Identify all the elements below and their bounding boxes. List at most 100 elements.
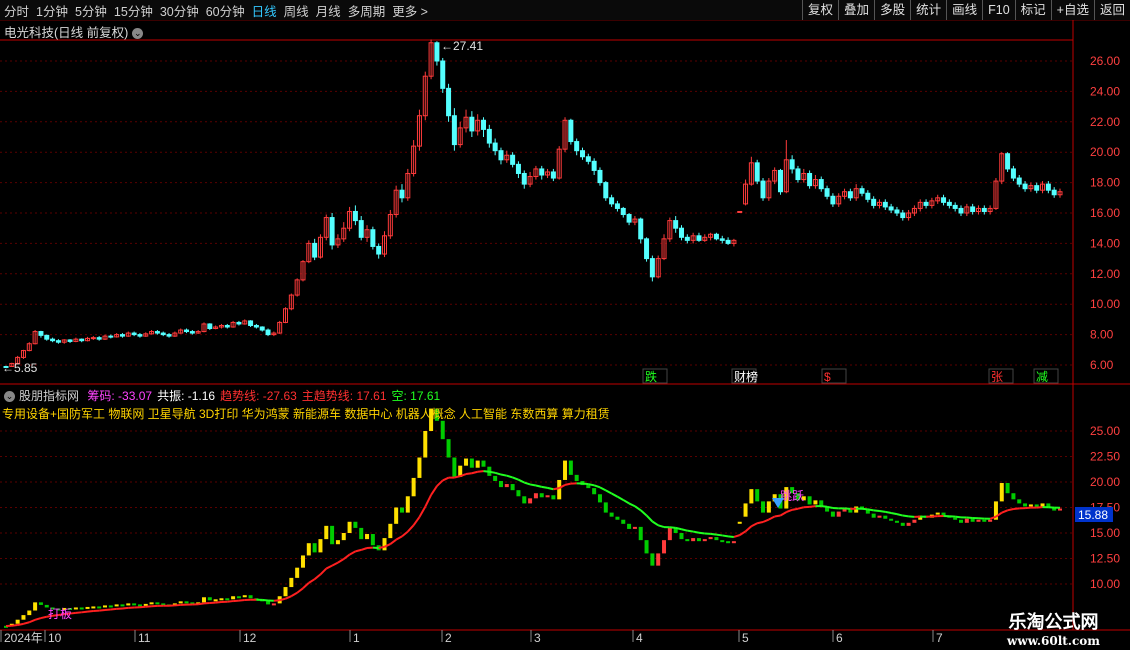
indicator-bar [248, 595, 253, 599]
indicator-bar [982, 519, 987, 522]
candle-body [847, 191, 853, 199]
indicator-bar [79, 607, 84, 610]
date-label: 3 [534, 631, 541, 645]
trend-line-segment [821, 505, 828, 508]
indicator-bar [417, 457, 422, 478]
indicator-bar [481, 460, 486, 467]
trend-line-segment [355, 548, 362, 553]
trend-line-segment [378, 545, 385, 549]
trend-line-segment [593, 484, 601, 489]
candle-body [184, 329, 190, 333]
price-tick: 12.00 [1090, 267, 1120, 281]
indicator-bar [522, 496, 527, 504]
concept-tags: 专用设备+国防军工 物联网 卫星导航 3D打印 华为鸿蒙 新能源车 数据中心 机… [2, 407, 610, 421]
indicator-bar [551, 495, 556, 500]
kline-chart[interactable]: 26.0024.0022.0020.0018.0016.0014.0012.00… [0, 0, 1130, 650]
trend-line-segment [418, 506, 427, 518]
indicator-bar [27, 610, 32, 616]
indicator-header: ⌄ 股朋指标网 筹码: -33.07 共振: -1.16 趋势线: -27.63 主趋势… [4, 387, 440, 404]
indicator-bar [621, 519, 626, 524]
trend-line-segment [110, 607, 117, 611]
indicator-bar [15, 619, 20, 624]
trend-line-segment [902, 514, 909, 518]
trend-line-segment [87, 610, 94, 613]
candle-body [719, 238, 725, 241]
candle-body [486, 128, 492, 144]
indicator-bar [516, 490, 521, 497]
price-tick: 26.00 [1090, 54, 1120, 68]
price-tick: 10.00 [1090, 297, 1120, 311]
price-tick: 22.00 [1090, 115, 1120, 129]
candle-body [1016, 177, 1022, 185]
indicator-bar [231, 596, 236, 600]
indicator-bar [568, 460, 573, 475]
candle-body [481, 119, 487, 130]
candle-body [265, 329, 271, 336]
indicator-bar [644, 540, 649, 554]
date-label: 10 [48, 631, 62, 645]
trend-line-segment [844, 507, 851, 510]
candle-body [807, 172, 813, 187]
watermark: 乐淘公式网 www.60lt.com [1007, 608, 1100, 648]
trend-line-segment [23, 621, 30, 625]
indicator-bar [650, 553, 655, 566]
indicator-bar [586, 485, 591, 489]
trend-line-segment [412, 516, 421, 526]
indicator-bar [469, 458, 474, 468]
trend-line-segment [547, 486, 554, 491]
indicator-bar [894, 520, 899, 523]
trend-line-segment [727, 535, 734, 538]
trend-line-segment [541, 485, 548, 489]
trend-line-segment [198, 602, 205, 606]
indicator-bar [132, 603, 137, 606]
indicator-bar [988, 519, 993, 522]
trend-line-segment [523, 481, 531, 486]
candle-body [521, 172, 527, 185]
trend-line-segment [611, 492, 618, 498]
trend-line-segment [692, 530, 700, 534]
indicator-bar [306, 543, 311, 556]
indicator-tick: 15.00 [1090, 526, 1120, 540]
trend-line-segment [756, 521, 764, 525]
candle-body [638, 218, 644, 240]
trend-line-segment [599, 486, 607, 492]
candle-body [1034, 185, 1040, 191]
candle-body [352, 210, 358, 222]
indicator-tick: 20.00 [1090, 475, 1120, 489]
indicator-tick: 12.50 [1090, 552, 1120, 566]
trend-line-segment [360, 547, 368, 551]
trend-line-segment [616, 495, 624, 501]
indicator-bar [370, 534, 375, 546]
trend-line-segment [494, 471, 502, 476]
candle-body [946, 201, 952, 206]
trend-line-segment [645, 514, 654, 523]
date-label: 1 [353, 631, 360, 645]
indicator-bar [452, 457, 457, 477]
price-high-label: ←27.41 [441, 39, 483, 53]
indicator-bar [959, 519, 964, 523]
watermark-title: 乐淘公式网 [1008, 612, 1099, 632]
trend-line-segment [313, 573, 322, 580]
price-tick: 18.00 [1090, 176, 1120, 190]
date-label: 12 [243, 631, 257, 645]
indicator-bar [73, 607, 78, 610]
candle-body [90, 337, 96, 340]
trend-line-segment [564, 482, 572, 486]
candle-body [614, 203, 620, 209]
indicator-bar [504, 484, 509, 488]
indicator-tick: 22.50 [1090, 450, 1120, 464]
trend-line-segment [436, 479, 444, 487]
indicator-bar [91, 606, 96, 609]
chevron-down-icon[interactable]: ⌄ [4, 391, 15, 403]
indicator-bar [399, 507, 404, 513]
candle-body [1005, 153, 1011, 170]
indicator-bar [347, 521, 352, 533]
candle-body [644, 238, 650, 260]
indicator-bar [219, 598, 224, 601]
candle-body [131, 332, 137, 336]
trend-line-segment [675, 526, 682, 531]
indicator-bar [836, 511, 841, 517]
trend-line-segment [424, 494, 432, 508]
trend-line-segment [791, 507, 799, 511]
candle-body [579, 150, 585, 158]
